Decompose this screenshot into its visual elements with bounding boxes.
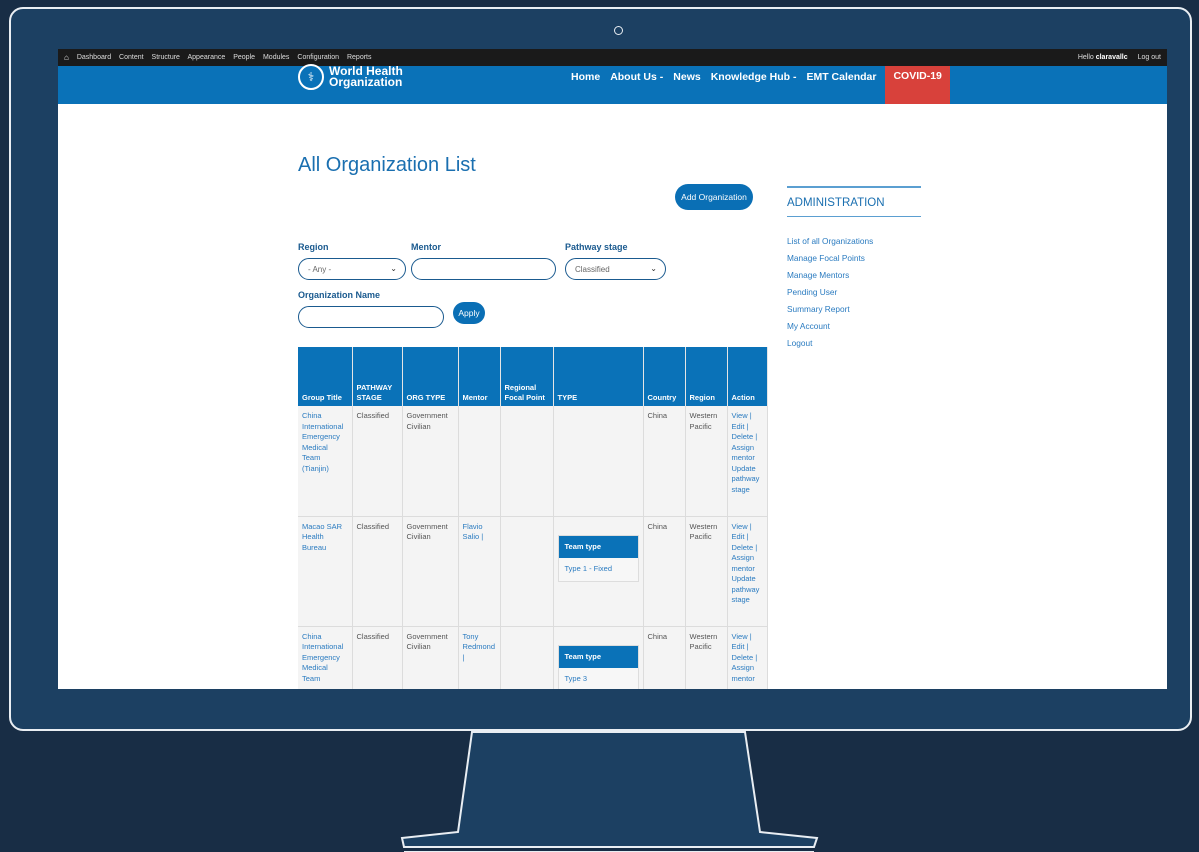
- sidebar-link-my-account[interactable]: My Account: [787, 321, 921, 338]
- sidebar-link-focal-points[interactable]: Manage Focal Points: [787, 253, 921, 270]
- admin-logout-link[interactable]: Log out: [1138, 54, 1161, 61]
- header-country[interactable]: Country: [643, 347, 686, 406]
- sidebar-title: ADMINISTRATION: [787, 196, 885, 209]
- who-emblem-icon: ⚕: [298, 64, 324, 90]
- admin-menu: Dashboard Content Structure Appearance P…: [77, 54, 378, 61]
- team-type-value[interactable]: Type 1 - Fixed: [558, 558, 638, 581]
- type-cell: [553, 406, 644, 517]
- pathway-stage-cell: Classified: [352, 406, 403, 517]
- add-organization-button[interactable]: Add Organization: [675, 184, 753, 210]
- team-type-header: Team type: [558, 535, 638, 558]
- admin-menu-reports[interactable]: Reports: [347, 54, 372, 61]
- pathway-stage-cell: Classified: [352, 516, 403, 627]
- header-group-title[interactable]: Group Title: [298, 347, 353, 406]
- admin-menu-people[interactable]: People: [233, 54, 255, 61]
- organization-name-input[interactable]: [298, 306, 444, 328]
- organizations-table: Group Title PATHWAY STAGE ORG TYPE Mento…: [298, 347, 768, 689]
- nav-covid-19[interactable]: COVID-19: [885, 66, 950, 104]
- header-type[interactable]: TYPE: [553, 347, 644, 406]
- header-pathway-stage[interactable]: PATHWAY STAGE: [352, 347, 403, 406]
- team-type-box: Team type Type 1 - Fixed: [557, 534, 639, 582]
- header-action: Action: [727, 347, 768, 406]
- table-row: China International Emergency Medical Te…: [298, 626, 768, 689]
- country-cell: China: [643, 516, 686, 627]
- admin-toolbar: ⌂ Dashboard Content Structure Appearance…: [58, 49, 1167, 66]
- logo-line2: Organization: [329, 75, 403, 89]
- chevron-down-icon: ⌄: [650, 264, 657, 273]
- chevron-down-icon: ⌄: [390, 264, 397, 273]
- region-cell: Western Pacific: [685, 516, 728, 627]
- pathway-stage-label: Pathway stage: [565, 242, 628, 252]
- sidebar-link-summary-report[interactable]: Summary Report: [787, 304, 921, 321]
- pathway-stage-select[interactable]: Classified ⌄: [565, 258, 666, 280]
- admin-menu-appearance[interactable]: Appearance: [188, 54, 226, 61]
- table-header-row: Group Title PATHWAY STAGE ORG TYPE Mento…: [298, 347, 768, 406]
- organization-name-label: Organization Name: [298, 290, 381, 300]
- country-cell: China: [643, 406, 686, 517]
- type-cell: Team type Type 1 - Fixed: [553, 516, 644, 627]
- type-cell: Team type Type 3: [553, 626, 644, 689]
- pathway-stage-cell: Classified: [352, 626, 403, 689]
- nav-news[interactable]: News: [668, 66, 705, 83]
- mentor-input[interactable]: [411, 258, 556, 280]
- who-logo[interactable]: ⚕ World Health Organization: [298, 64, 403, 90]
- focal-point-cell: [500, 626, 554, 689]
- administration-sidebar: ADMINISTRATION List of all Organizations…: [787, 186, 921, 355]
- screen: ⌂ Dashboard Content Structure Appearance…: [58, 49, 1167, 689]
- pathway-stage-value: Classified: [575, 264, 610, 274]
- nav-knowledge-hub[interactable]: Knowledge Hub -: [706, 66, 802, 83]
- group-title-link[interactable]: China International Emergency Medical Te…: [298, 626, 353, 689]
- user-greeting: Hello claravallc: [1077, 54, 1128, 61]
- mentor-label: Mentor: [411, 242, 441, 252]
- nav-home[interactable]: Home: [566, 66, 605, 83]
- sidebar-divider-bottom: [787, 215, 921, 217]
- apply-button[interactable]: Apply: [453, 302, 485, 324]
- focal-point-cell: [500, 516, 554, 627]
- region-select-value: - Any -: [308, 264, 332, 274]
- mentor-cell[interactable]: Tony Redmond |: [458, 626, 501, 689]
- admin-menu-dashboard[interactable]: Dashboard: [77, 54, 111, 61]
- region-label: Region: [298, 242, 329, 252]
- header-org-type[interactable]: ORG TYPE: [402, 347, 459, 406]
- focal-point-cell: [500, 406, 554, 517]
- region-cell: Western Pacific: [685, 626, 728, 689]
- org-type-cell: Government Civilian: [402, 626, 459, 689]
- admin-menu-configuration[interactable]: Configuration: [297, 54, 339, 61]
- mentor-cell[interactable]: Flavio Salio |: [458, 516, 501, 627]
- home-icon[interactable]: ⌂: [64, 53, 69, 62]
- mentor-cell[interactable]: [458, 406, 501, 517]
- org-type-cell: Government Civilian: [402, 516, 459, 627]
- admin-menu-modules[interactable]: Modules: [263, 54, 289, 61]
- sidebar-link-mentors[interactable]: Manage Mentors: [787, 270, 921, 287]
- admin-menu-content[interactable]: Content: [119, 54, 144, 61]
- site-header: ⚕ World Health Organization Home About U…: [58, 64, 1167, 104]
- region-cell: Western Pacific: [685, 406, 728, 517]
- sidebar-link-all-organizations[interactable]: List of all Organizations: [787, 236, 921, 253]
- nav-emt-calendar[interactable]: EMT Calendar: [801, 66, 881, 83]
- nav-about-us[interactable]: About Us -: [605, 66, 668, 83]
- header-regional-focal-point[interactable]: Regional Focal Point: [500, 347, 554, 406]
- country-cell: China: [643, 626, 686, 689]
- main-nav: Home About Us - News Knowledge Hub - EMT…: [566, 66, 950, 104]
- action-links[interactable]: View | Edit | Delete | Assign mentor Upd…: [727, 516, 768, 627]
- team-type-box: Team type Type 3: [557, 644, 639, 689]
- team-type-header: Team type: [558, 645, 638, 668]
- header-region[interactable]: Region: [685, 347, 728, 406]
- table-row: China International Emergency Medical Te…: [298, 406, 768, 517]
- action-links[interactable]: View | Edit | Delete | Assign mentor Upd…: [727, 406, 768, 517]
- group-title-link[interactable]: China International Emergency Medical Te…: [298, 406, 353, 517]
- team-type-value[interactable]: Type 3: [558, 668, 638, 689]
- page-title: All Organization List: [298, 154, 476, 176]
- table-row: Macao SAR Health Bureau Classified Gover…: [298, 516, 768, 627]
- group-title-link[interactable]: Macao SAR Health Bureau: [298, 516, 353, 627]
- sidebar-link-logout[interactable]: Logout: [787, 338, 921, 355]
- org-type-cell: Government Civilian: [402, 406, 459, 517]
- region-select[interactable]: - Any - ⌄: [298, 258, 406, 280]
- header-mentor[interactable]: Mentor: [458, 347, 501, 406]
- admin-menu-structure[interactable]: Structure: [152, 54, 180, 61]
- action-links[interactable]: View | Edit | Delete | Assign mentor: [727, 626, 768, 689]
- sidebar-link-pending-user[interactable]: Pending User: [787, 287, 921, 304]
